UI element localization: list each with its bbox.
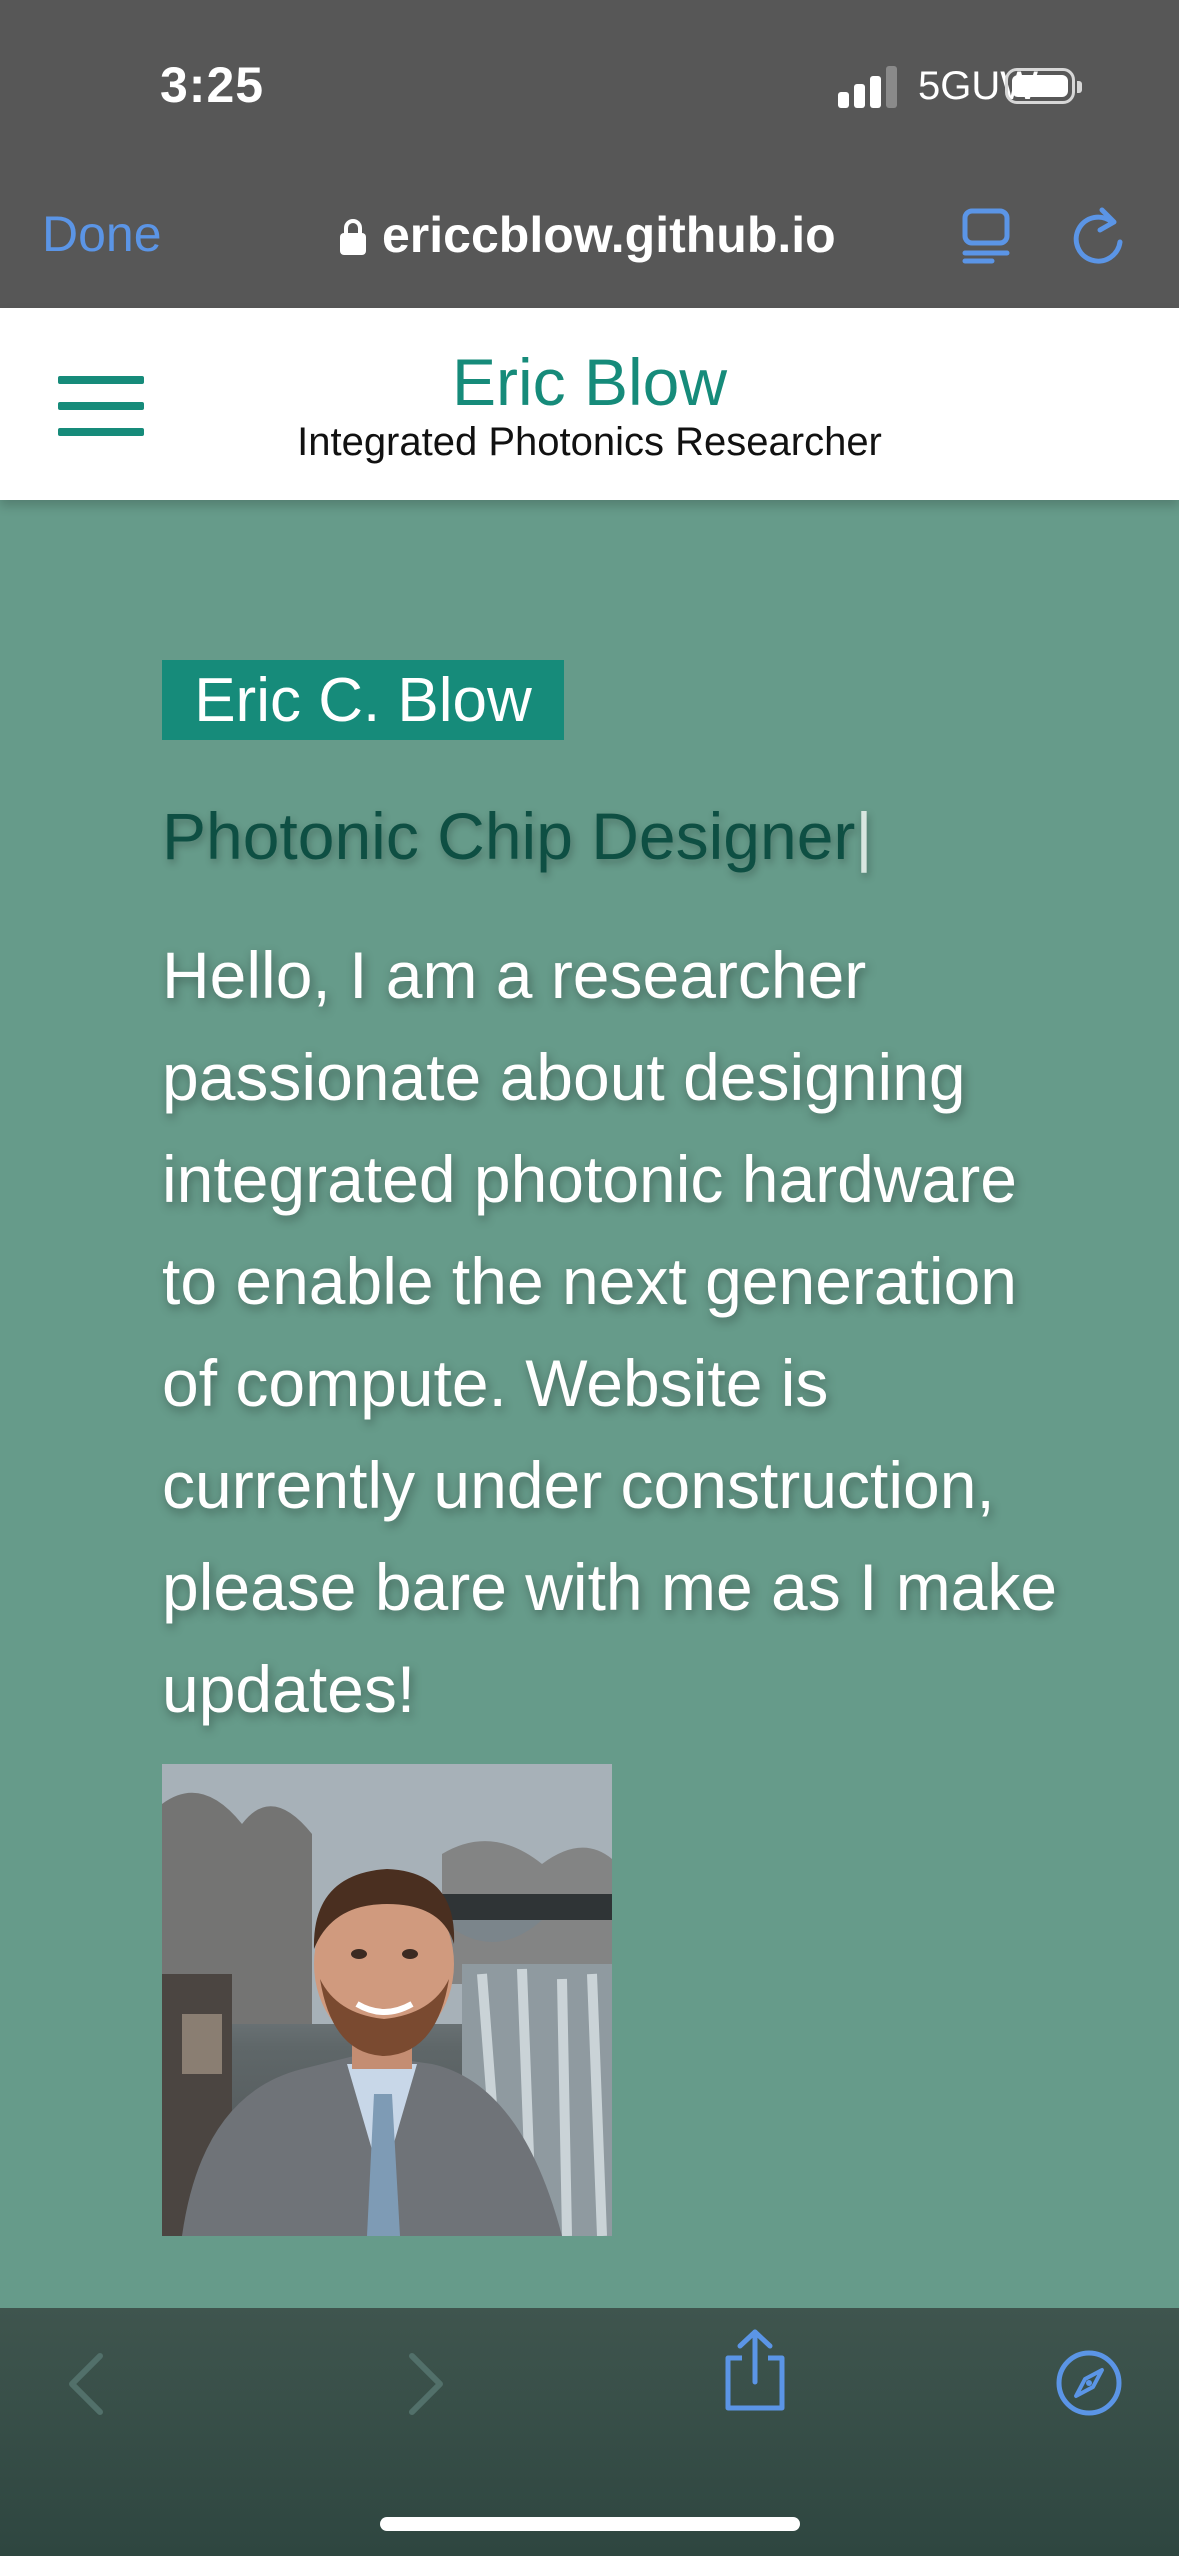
browser-top-bar: 3:25 5GUW Done ericcblow.github.io xyxy=(0,0,1179,308)
hero-section: Eric C. Blow Photonic Chip Designer| Hel… xyxy=(0,500,1179,2308)
lock-icon xyxy=(340,219,366,255)
status-time: 3:25 xyxy=(160,57,265,113)
url-text: ericcblow.github.io xyxy=(382,207,836,263)
signal-bars-icon xyxy=(838,66,898,108)
forward-icon[interactable] xyxy=(406,2352,446,2416)
reader-mode-icon[interactable] xyxy=(962,208,1010,264)
site-title[interactable]: Eric Blow xyxy=(0,344,1179,420)
typing-cursor: | xyxy=(855,799,873,873)
role-text: Photonic Chip Designer xyxy=(162,799,856,873)
battery-icon xyxy=(1005,68,1082,104)
back-icon[interactable] xyxy=(66,2352,106,2416)
home-indicator[interactable] xyxy=(380,2517,800,2531)
site-header: Eric Blow Integrated Photonics Researche… xyxy=(0,308,1179,500)
reload-icon[interactable] xyxy=(1072,204,1128,268)
address-bar[interactable]: ericcblow.github.io xyxy=(340,200,836,270)
intro-paragraph: Hello, I am a researcher passionate abou… xyxy=(162,938,1058,1726)
share-icon[interactable] xyxy=(722,2328,788,2412)
profile-photo xyxy=(162,1764,612,2236)
safari-compass-icon[interactable] xyxy=(1054,2348,1124,2418)
site-tagline: Integrated Photonics Researcher xyxy=(297,420,882,464)
name-badge: Eric C. Blow xyxy=(162,660,564,740)
done-button[interactable]: Done xyxy=(42,205,162,263)
role-typewriter: Photonic Chip Designer| xyxy=(162,798,873,874)
